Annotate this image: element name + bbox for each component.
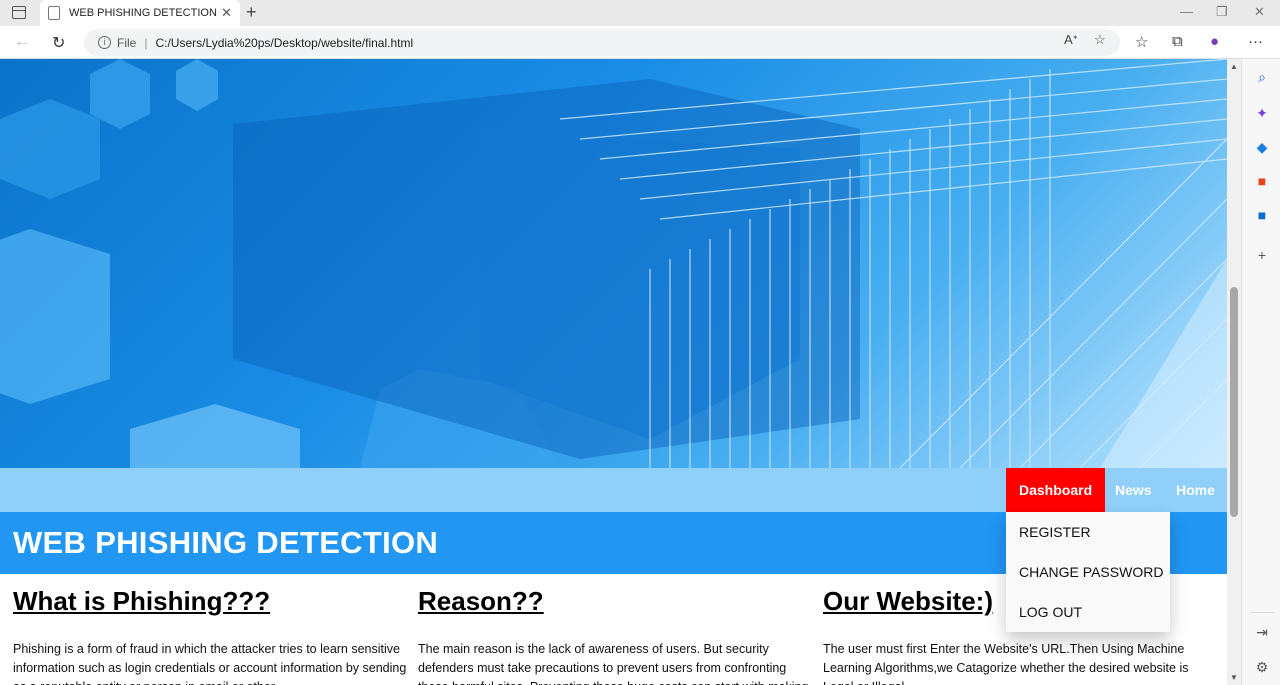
office-icon[interactable]: ■ (1254, 173, 1270, 189)
more-menu-icon[interactable]: ··· (1248, 33, 1263, 50)
menu-register[interactable]: REGISTER (1006, 512, 1170, 552)
read-aloud-icon[interactable]: Aᐩ (1064, 32, 1078, 48)
restore-icon[interactable]: ❐ (1216, 4, 1228, 20)
add-app-icon[interactable]: + (1254, 247, 1270, 263)
column-reason: Reason?? The main reason is the lack of … (418, 586, 813, 685)
column-text: The user must first Enter the Website's … (823, 642, 1189, 685)
outlook-icon[interactable]: ■ (1254, 207, 1270, 223)
tab-title: WEB PHISHING DETECTION (69, 7, 217, 19)
page-title: WEB PHISHING DETECTION (13, 525, 439, 560)
info-icon[interactable]: i (98, 36, 111, 49)
nav-news[interactable]: News (1102, 468, 1165, 512)
close-window-icon[interactable]: ✕ (1254, 4, 1265, 20)
hide-sidebar-icon[interactable]: ⇥ (1254, 624, 1270, 640)
column-heading: What is Phishing??? (13, 586, 271, 616)
shopping-tag-icon[interactable]: ◆ (1254, 139, 1270, 155)
address-url: C:/Users/Lydia%20ps/Desktop/website/fina… (155, 35, 414, 50)
page-viewport: Dashboard News Home WEB PHISHING DETECTI… (0, 59, 1227, 685)
page-scrollbar[interactable]: ▲ ▼ (1227, 59, 1241, 685)
scroll-thumb[interactable] (1230, 287, 1238, 517)
scroll-down-icon[interactable]: ▼ (1230, 673, 1238, 682)
tab-bar: WEB PHISHING DETECTION ✕ + — ❐ ✕ (0, 0, 1280, 26)
settings-icon[interactable]: ⚙ (1254, 659, 1270, 675)
minimize-icon[interactable]: — (1180, 4, 1193, 19)
new-tab-button[interactable]: + (246, 2, 257, 23)
column-text: The main reason is the lack of awareness… (418, 642, 808, 685)
collections-icon[interactable]: ⧉ (1172, 33, 1183, 50)
browser-tab[interactable]: WEB PHISHING DETECTION ✕ (40, 0, 240, 26)
column-phishing: What is Phishing??? Phishing is a form o… (13, 586, 413, 685)
page-icon (48, 6, 60, 20)
column-text: Phishing is a form of fraud in which the… (13, 642, 407, 685)
dashboard-dropdown: REGISTER CHANGE PASSWORD LOG OUT (1006, 512, 1170, 632)
hero-image (0, 59, 1227, 468)
address-input[interactable]: i File | C:/Users/Lydia%20ps/Desktop/web… (84, 29, 1120, 56)
tab-actions-icon[interactable] (12, 6, 26, 19)
address-separator: | (144, 35, 148, 50)
copilot-icon[interactable]: ✦ (1254, 105, 1270, 121)
nav-bar: Dashboard News Home (0, 468, 1227, 512)
column-heading: Reason?? (418, 586, 544, 616)
file-label: File (117, 35, 137, 50)
menu-log-out[interactable]: LOG OUT (1006, 592, 1170, 632)
hero-graphic (0, 59, 1227, 468)
search-icon[interactable]: ⌕ (1254, 69, 1270, 85)
menu-change-password[interactable]: CHANGE PASSWORD (1006, 552, 1170, 592)
nav-home[interactable]: Home (1163, 468, 1227, 512)
scroll-up-icon[interactable]: ▲ (1230, 62, 1238, 71)
profile-icon[interactable]: ● (1210, 33, 1219, 50)
favorites-icon[interactable]: ☆ (1135, 33, 1148, 51)
nav-dashboard[interactable]: Dashboard (1006, 468, 1106, 512)
add-favorite-icon[interactable]: ☆ (1094, 32, 1106, 48)
address-bar-row: ← ↻ i File | C:/Users/Lydia%20ps/Desktop… (0, 26, 1280, 59)
refresh-icon[interactable]: ↻ (52, 33, 65, 53)
close-tab-icon[interactable]: ✕ (221, 5, 232, 21)
sidebar-divider (1250, 612, 1274, 613)
back-icon[interactable]: ← (14, 33, 30, 51)
browser-sidebar: ⌕ ✦ ◆ ■ ■ + ⇥ ⚙ (1241, 59, 1280, 685)
